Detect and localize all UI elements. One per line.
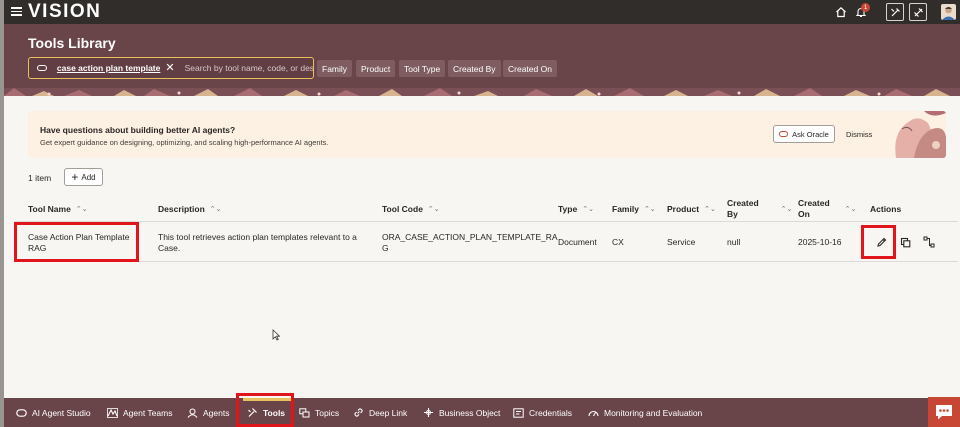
window-edge <box>0 0 4 427</box>
banner-title: Have questions about building better AI … <box>40 125 236 135</box>
filter-tool-type[interactable]: Tool Type <box>399 60 446 77</box>
cell-tool-code: ORA_CASE_ACTION_PLAN_TEMPLATE_RA G <box>382 232 558 253</box>
col-header-tool-code[interactable]: Tool Code ⌃⌄ <box>382 204 440 215</box>
home-icon[interactable] <box>833 4 849 20</box>
nav-item-monitoring-and-evaluation[interactable]: Monitoring and Evaluation <box>588 398 702 427</box>
sort-icon[interactable]: ⌃⌄ <box>704 204 716 215</box>
oracle-icon <box>779 131 789 137</box>
item-count: 1 item <box>28 173 52 183</box>
banner-subtitle: Get expert guidance on designing, optimi… <box>40 138 329 147</box>
highlight-edit-action <box>861 225 896 259</box>
nav-item-agent-teams[interactable]: Agent Teams <box>107 398 172 427</box>
row-divider <box>14 261 958 262</box>
search-input[interactable] <box>184 63 313 73</box>
plus-icon: + <box>71 170 79 184</box>
add-button[interactable]: + Add <box>64 168 103 186</box>
nav-item-topics[interactable]: Topics <box>299 398 339 427</box>
chat-icon <box>936 405 952 420</box>
ask-oracle-label: Ask Oracle <box>792 129 829 139</box>
notification-badge: 1 <box>861 3 870 12</box>
duplicate-icon[interactable] <box>898 235 912 249</box>
col-header-created-by[interactable]: Created By ⌃⌄ <box>727 198 792 220</box>
main-content: Have questions about building better AI … <box>4 96 960 398</box>
col-header-actions: Actions <box>870 204 902 214</box>
header-divider <box>14 221 958 222</box>
agent-teams-icon <box>107 407 118 418</box>
tool-icon[interactable] <box>886 3 904 21</box>
nav-item-deep-link[interactable]: Deep Link <box>353 398 407 427</box>
brand-logo: VISION <box>28 1 102 22</box>
cell-product: Service <box>667 237 696 247</box>
col-header-type[interactable]: Type ⌃⌄ <box>558 204 594 215</box>
sort-icon[interactable]: ⌃⌄ <box>644 204 656 215</box>
ask-oracle-button[interactable]: Ask Oracle <box>773 125 835 143</box>
col-header-family[interactable]: Family ⌃⌄ <box>612 204 656 215</box>
page-header: Tools Library case action plan template … <box>4 24 960 96</box>
col-header-created-on[interactable]: Created On ⌃⌄ <box>798 198 856 220</box>
sort-icon[interactable]: ⌃⌄ <box>210 204 222 215</box>
col-header-product[interactable]: Product ⌃⌄ <box>667 204 716 215</box>
avatar[interactable] <box>941 4 956 20</box>
topics-icon <box>299 407 310 418</box>
highlight-tools-nav <box>236 393 294 427</box>
cell-created-on: 2025-10-16 <box>798 237 842 247</box>
add-label: Add <box>81 172 96 182</box>
cell-created-by: null <box>727 237 741 247</box>
credentials-icon <box>513 407 524 418</box>
monitoring-icon <box>588 408 599 418</box>
sort-icon[interactable]: ⌃⌄ <box>428 204 440 215</box>
link-icon <box>353 407 364 418</box>
filter-product[interactable]: Product <box>356 60 396 77</box>
studio-icon <box>16 408 27 417</box>
filter-family[interactable]: Family <box>317 60 353 77</box>
agents-icon <box>187 407 198 418</box>
filter-created-on[interactable]: Created On <box>503 60 557 77</box>
nav-item-ai-agent-studio[interactable]: AI Agent Studio <box>16 398 91 427</box>
filter-chip-icon <box>37 65 47 71</box>
highlight-tool-name <box>14 222 139 262</box>
sort-icon[interactable]: ⌃⌄ <box>582 204 594 215</box>
tool-alt-icon[interactable] <box>909 3 927 21</box>
hamburger-icon[interactable] <box>11 7 22 16</box>
cell-family: CX <box>612 237 624 247</box>
cell-description: This tool retrieves action plan template… <box>158 232 357 253</box>
connect-icon[interactable] <box>922 235 936 249</box>
business-object-icon <box>423 407 434 418</box>
cell-type: Document <box>558 237 597 247</box>
chip-close-icon[interactable]: ✕ <box>165 62 174 74</box>
search-chip-label[interactable]: case action plan template <box>57 63 160 73</box>
sort-icon[interactable]: ⌃⌄ <box>845 204 857 215</box>
chat-button[interactable] <box>928 397 960 427</box>
nav-item-agents[interactable]: Agents <box>187 398 229 427</box>
banner-illustration <box>888 111 946 158</box>
page-title: Tools Library <box>28 35 116 51</box>
top-bar: VISION 1 <box>0 0 960 24</box>
dismiss-button[interactable]: Dismiss <box>846 130 872 139</box>
header-decoration <box>4 88 960 96</box>
info-banner: Have questions about building better AI … <box>28 111 946 158</box>
bottom-nav: AI Agent Studio Agent Teams Agents Tools… <box>4 398 960 427</box>
search-box[interactable]: case action plan template ✕ <box>28 57 314 79</box>
col-header-description[interactable]: Description ⌃⌄ <box>158 204 222 215</box>
mouse-cursor-icon <box>272 329 281 343</box>
col-header-tool-name[interactable]: Tool Name ⌃⌄ <box>28 204 88 215</box>
sort-icon[interactable]: ⌃⌄ <box>76 204 88 215</box>
filter-created-by[interactable]: Created By <box>448 60 501 77</box>
nav-item-credentials[interactable]: Credentials <box>513 398 572 427</box>
sort-icon[interactable]: ⌃⌄ <box>781 204 793 215</box>
nav-item-business-object[interactable]: Business Object <box>423 398 500 427</box>
